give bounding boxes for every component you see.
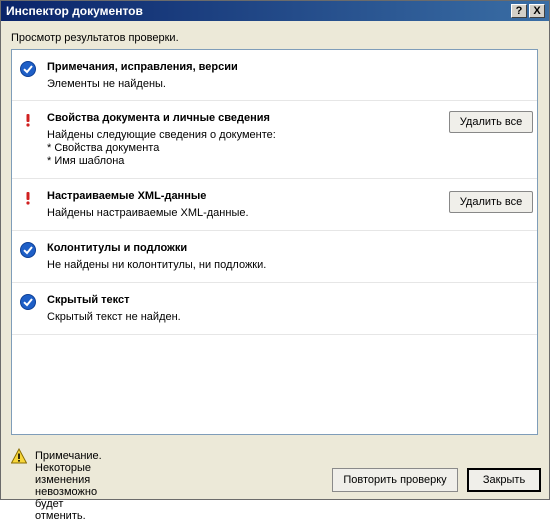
title-bar[interactable]: Инспектор документов ? X [1, 1, 549, 21]
help-button[interactable]: ? [511, 4, 527, 18]
item-heading: Настраиваемые XML-данные [47, 190, 207, 202]
item-description: Найдены настраиваемые XML-данные. [47, 207, 249, 219]
exclamation-icon [20, 112, 36, 128]
exclamation-icon [20, 190, 36, 206]
check-circle-icon [20, 294, 36, 310]
retry-inspection-button[interactable]: Повторить проверку [332, 468, 458, 492]
check-circle-icon [20, 242, 36, 258]
note-text: Примечание. Некоторые изменения невозмож… [35, 450, 102, 522]
item-heading: Примечания, исправления, версии [47, 61, 238, 73]
list-item-comments: Примечания, исправления, версии Элементы… [12, 50, 537, 101]
close-button[interactable]: Закрыть [467, 468, 541, 492]
item-description: Найдены следующие сведения о документе: … [47, 129, 276, 167]
subtitle: Просмотр результатов проверки. [11, 32, 179, 44]
item-description: Не найдены ни колонтитулы, ни подложки. [47, 259, 267, 271]
window-title: Инспектор документов [6, 4, 143, 18]
item-heading: Колонтитулы и подложки [47, 242, 188, 254]
document-inspector-dialog: Инспектор документов ? X Просмотр резуль… [0, 0, 550, 522]
item-heading: Скрытый текст [47, 294, 130, 306]
list-item-xml: Настраиваемые XML-данные Найдены настраи… [12, 179, 537, 231]
item-heading: Свойства документа и личные сведения [47, 112, 270, 124]
remove-all-properties-button[interactable]: Удалить все [449, 111, 533, 133]
close-window-button[interactable]: X [529, 4, 545, 18]
item-description: Элементы не найдены. [47, 78, 166, 90]
warning-icon [10, 447, 28, 464]
check-circle-icon [20, 61, 36, 77]
remove-all-xml-button[interactable]: Удалить все [449, 191, 533, 213]
item-description: Скрытый текст не найден. [47, 311, 181, 323]
list-item-headers-footers: Колонтитулы и подложки Не найдены ни кол… [12, 231, 537, 283]
results-list[interactable]: Примечания, исправления, версии Элементы… [11, 49, 538, 435]
list-item-hidden-text: Скрытый текст Скрытый текст не найден. [12, 283, 537, 335]
list-item-properties: Свойства документа и личные сведения Най… [12, 101, 537, 179]
